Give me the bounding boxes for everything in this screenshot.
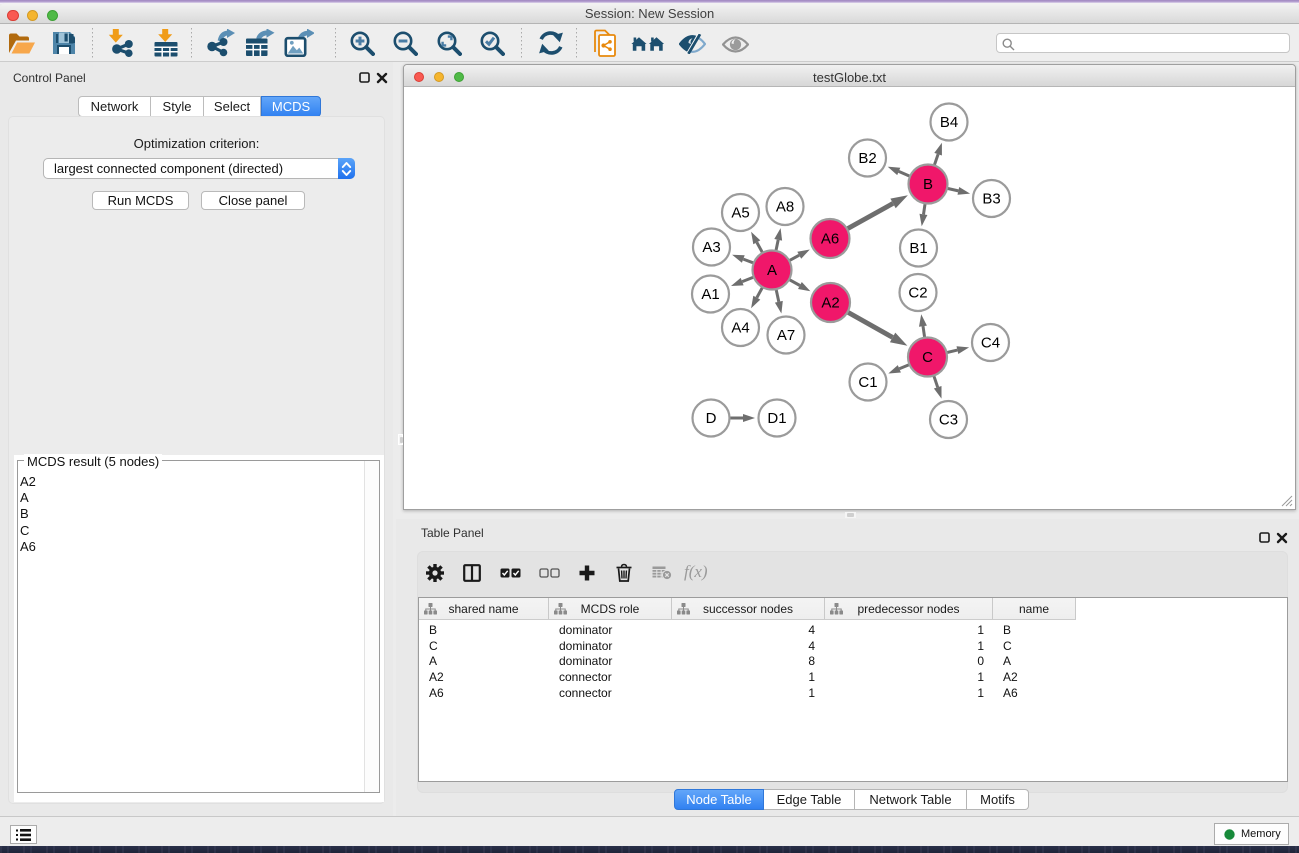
svg-text:A: A [767, 262, 777, 279]
svg-text:A8: A8 [776, 199, 794, 216]
svg-text:C3: C3 [939, 412, 958, 429]
svg-text:C1: C1 [858, 374, 877, 391]
svg-text:C2: C2 [908, 285, 927, 302]
svg-text:D1: D1 [767, 410, 786, 427]
svg-text:A2: A2 [821, 295, 839, 312]
svg-text:A5: A5 [731, 205, 749, 222]
svg-text:B3: B3 [982, 191, 1000, 208]
svg-text:D: D [706, 410, 717, 427]
svg-text:A4: A4 [731, 320, 749, 337]
svg-text:B2: B2 [858, 150, 876, 167]
svg-text:B1: B1 [909, 240, 927, 257]
svg-text:A6: A6 [821, 231, 839, 248]
svg-text:C: C [922, 349, 933, 366]
svg-text:B4: B4 [940, 114, 958, 131]
svg-text:B: B [923, 176, 933, 193]
svg-text:A1: A1 [701, 286, 719, 303]
svg-text:A7: A7 [777, 327, 795, 344]
svg-text:A3: A3 [702, 239, 720, 256]
svg-text:C4: C4 [981, 335, 1000, 352]
